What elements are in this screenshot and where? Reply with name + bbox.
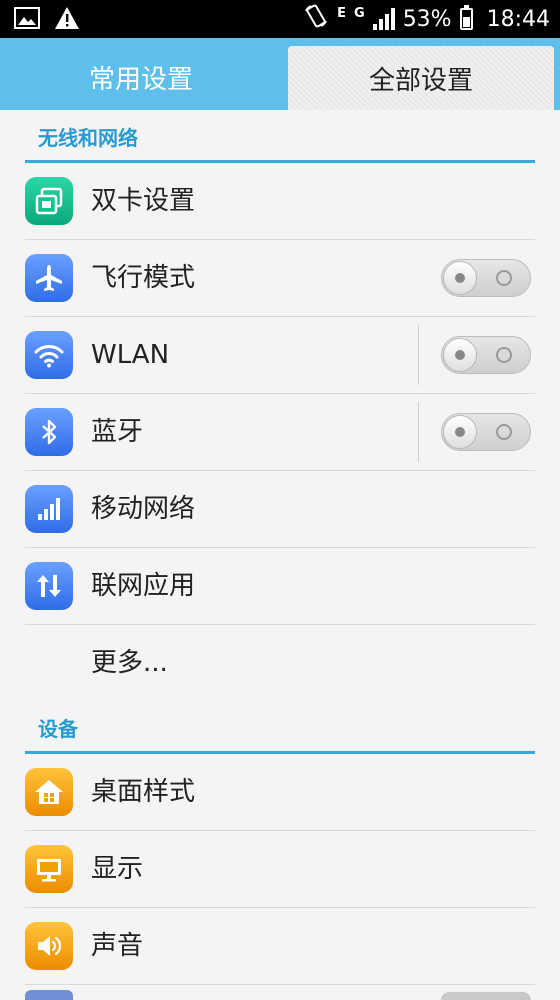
status-bar: E G 53% 18:44 bbox=[0, 0, 560, 38]
image-notification-icon bbox=[14, 6, 40, 34]
home-icon bbox=[25, 768, 73, 816]
list-item-network-apps[interactable]: 联网应用 bbox=[25, 548, 535, 625]
partial-toggle bbox=[441, 992, 531, 1000]
dual-sim-icon bbox=[25, 177, 73, 225]
section-header-wireless: 无线和网络 bbox=[25, 110, 535, 163]
battery-percent: 53% bbox=[402, 6, 452, 32]
list-item-dual-sim[interactable]: 双卡设置 bbox=[25, 163, 535, 240]
list-item-home-style[interactable]: 桌面样式 bbox=[25, 754, 535, 831]
list-item-wlan[interactable]: WLAN bbox=[25, 317, 535, 394]
list-item-display[interactable]: 显示 bbox=[25, 831, 535, 908]
signal-icon bbox=[372, 8, 395, 30]
section-header-device: 设备 bbox=[25, 701, 535, 754]
tab-common-settings[interactable]: 常用设置 bbox=[0, 44, 282, 110]
list-item-more[interactable]: 更多... bbox=[25, 625, 535, 701]
section-title: 设备 bbox=[38, 717, 78, 741]
network-g-indicator: G bbox=[354, 6, 365, 21]
data-transfer-icon bbox=[25, 562, 73, 610]
settings-tab-bar: 常用设置 全部设置 bbox=[0, 38, 560, 110]
clock: 18:44 bbox=[486, 6, 550, 32]
item-label: 联网应用 bbox=[91, 571, 196, 601]
item-label: 更多... bbox=[91, 648, 168, 678]
wifi-icon bbox=[25, 331, 73, 379]
settings-list: 无线和网络 双卡设置 飞行模式 WLAN 蓝牙 移动网络 联网应用 更多... … bbox=[0, 110, 560, 985]
item-label: 双卡设置 bbox=[91, 186, 196, 216]
airplane-mode-toggle[interactable] bbox=[441, 259, 531, 297]
item-label: 显示 bbox=[91, 854, 144, 884]
item-label: 桌面样式 bbox=[91, 777, 196, 807]
list-item-sound[interactable]: 声音 bbox=[25, 908, 535, 985]
display-icon bbox=[25, 845, 73, 893]
bluetooth-toggle[interactable] bbox=[441, 413, 531, 451]
list-item-bluetooth[interactable]: 蓝牙 bbox=[25, 394, 535, 471]
divider bbox=[418, 402, 419, 462]
airplane-icon bbox=[25, 254, 73, 302]
section-title: 无线和网络 bbox=[38, 126, 138, 150]
bluetooth-icon bbox=[25, 408, 73, 456]
wlan-toggle[interactable] bbox=[441, 336, 531, 374]
list-item-airplane-mode[interactable]: 飞行模式 bbox=[25, 240, 535, 317]
rotation-icon bbox=[303, 3, 329, 35]
item-label: WLAN bbox=[91, 340, 170, 370]
item-label: 移动网络 bbox=[91, 494, 196, 524]
tab-all-settings[interactable]: 全部设置 bbox=[288, 46, 554, 110]
item-label: 蓝牙 bbox=[91, 417, 144, 447]
item-label: 声音 bbox=[91, 931, 144, 961]
mobile-network-icon bbox=[25, 485, 73, 533]
network-e-indicator: E bbox=[337, 6, 347, 21]
list-item-mobile-network[interactable]: 移动网络 bbox=[25, 471, 535, 548]
warning-icon bbox=[54, 6, 80, 34]
divider bbox=[418, 325, 419, 385]
list-item-partial bbox=[25, 988, 535, 1000]
partial-icon bbox=[25, 990, 73, 1000]
battery-icon bbox=[459, 5, 473, 30]
speaker-icon bbox=[25, 922, 73, 970]
item-label: 飞行模式 bbox=[91, 263, 196, 293]
